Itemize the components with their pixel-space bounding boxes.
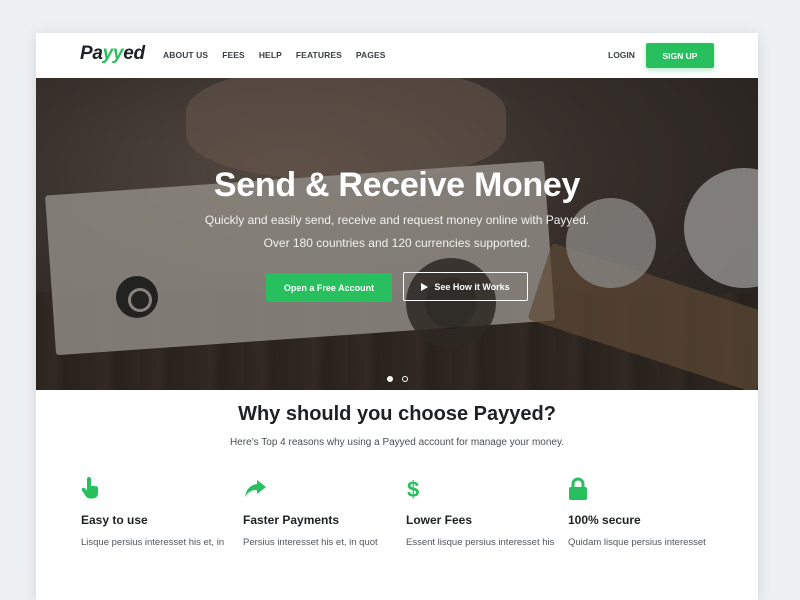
hand-pointer-icon bbox=[81, 477, 231, 501]
feature-easy-to-use: Easy to use Lisque persius interesset hi… bbox=[81, 477, 231, 550]
open-account-button[interactable]: Open a Free Account bbox=[266, 273, 392, 302]
section-subtitle: Here’s Top 4 reasons why using a Payyed … bbox=[229, 437, 565, 448]
nav-pages[interactable]: PAGES bbox=[356, 50, 386, 60]
feature-text: Essent lisque persius interesset his bbox=[406, 537, 555, 548]
play-icon bbox=[421, 282, 429, 291]
feature-text: Persius interesset his et, in quot bbox=[243, 537, 378, 548]
svg-text:$: $ bbox=[407, 477, 419, 501]
signup-button[interactable]: SIGN UP bbox=[646, 43, 714, 68]
feature-text: Lisque persius interesset his et, in bbox=[81, 537, 225, 548]
site-header: Payyed ABOUT US FEES HELP FEATURES PAGES… bbox=[36, 33, 758, 78]
nav-features[interactable]: FEATURES bbox=[296, 50, 342, 60]
login-link[interactable]: LOGIN bbox=[608, 50, 635, 60]
browser-frame: Payyed ABOUT US FEES HELP FEATURES PAGES… bbox=[36, 33, 758, 600]
nav-fees[interactable]: FEES bbox=[222, 50, 245, 60]
hero-banner: Send & Receive Money Quickly and easily … bbox=[36, 78, 758, 390]
hero-subtitle-line1: Quickly and easily send, receive and req… bbox=[204, 213, 590, 227]
section-title: Why should you choose Payyed? bbox=[238, 403, 556, 425]
slider-dots bbox=[387, 376, 408, 382]
hero-subtitle-line2: Over 180 countries and 120 currencies su… bbox=[263, 236, 531, 250]
feature-title: Easy to use bbox=[81, 513, 148, 527]
payyed-logo[interactable]: Payyed bbox=[80, 43, 145, 65]
slider-dot-2[interactable] bbox=[402, 376, 408, 382]
feature-100-secure: 100% secure Quidam lisque persius intere… bbox=[568, 477, 718, 550]
lock-icon bbox=[568, 477, 718, 501]
see-how-it-works-label: See How it Works bbox=[434, 281, 510, 292]
nav-help[interactable]: HELP bbox=[259, 50, 282, 60]
nav-about-us[interactable]: ABOUT US bbox=[163, 50, 208, 60]
feature-text: Quidam lisque persius interesset bbox=[568, 537, 706, 548]
share-arrow-icon bbox=[243, 477, 393, 501]
slider-dot-1[interactable] bbox=[387, 376, 393, 382]
main-nav: ABOUT US FEES HELP FEATURES PAGES bbox=[163, 50, 400, 60]
feature-faster-payments: Faster Payments Persius interesset his e… bbox=[243, 477, 393, 550]
feature-title: Faster Payments bbox=[243, 513, 340, 527]
hero-title: Send & Receive Money bbox=[213, 166, 581, 204]
see-how-it-works-button[interactable]: See How it Works bbox=[403, 272, 528, 301]
feature-title: Lower Fees bbox=[406, 513, 473, 527]
feature-title: 100% secure bbox=[568, 513, 641, 527]
dollar-icon: $ bbox=[406, 477, 556, 502]
feature-lower-fees: $ Lower Fees Essent lisque persius inter… bbox=[406, 477, 556, 550]
hero-overlay bbox=[36, 78, 758, 390]
